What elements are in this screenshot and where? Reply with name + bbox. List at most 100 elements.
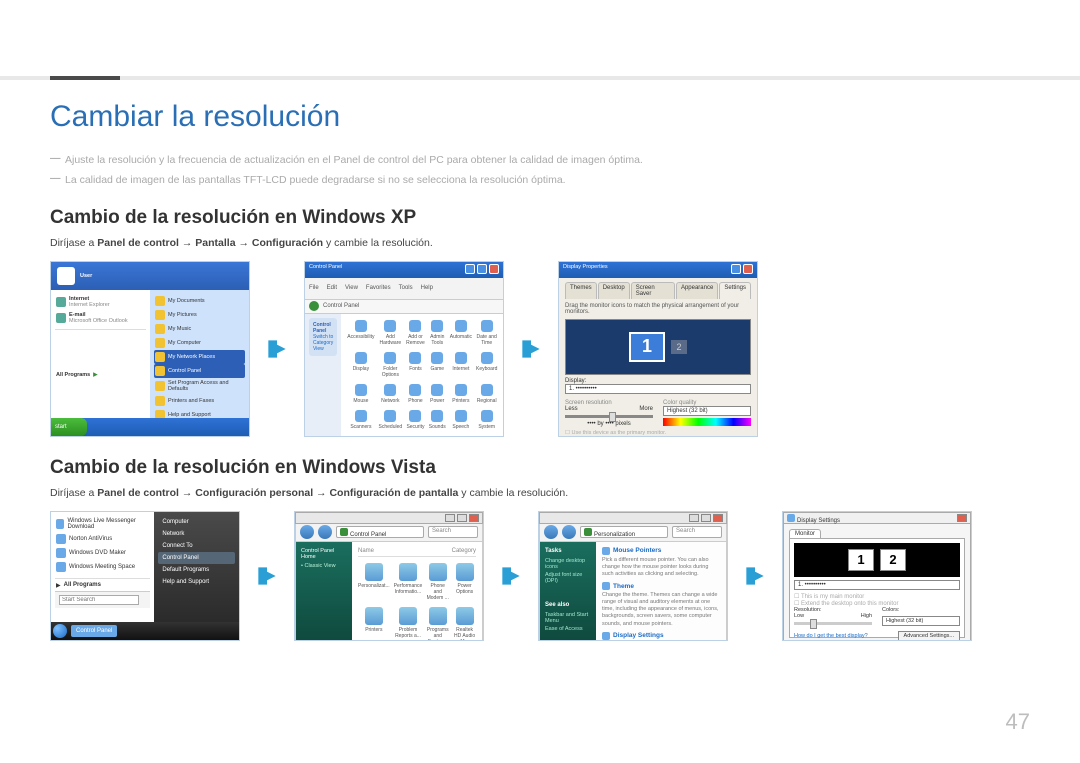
audio-icon[interactable] xyxy=(456,607,474,625)
cpl-item-icon[interactable] xyxy=(431,320,443,332)
forward-icon[interactable] xyxy=(562,525,576,539)
tab-monitor[interactable]: Monitor xyxy=(789,529,821,538)
cpl-item-icon[interactable] xyxy=(409,384,421,396)
folder-icon xyxy=(155,296,165,306)
cpl-item-icon[interactable] xyxy=(355,320,367,332)
cpl-item-icon[interactable] xyxy=(481,352,493,364)
arrow-icon xyxy=(498,563,524,589)
help-icon[interactable] xyxy=(731,264,741,274)
monitor-1-icon[interactable]: 1 xyxy=(629,332,665,362)
email-icon xyxy=(56,313,66,323)
user-avatar-icon xyxy=(57,267,75,285)
back-icon[interactable] xyxy=(300,525,314,539)
folder-icon xyxy=(155,324,165,334)
back-icon[interactable] xyxy=(544,525,558,539)
vista-personalization-screenshot: Personalization Search Tasks Change desk… xyxy=(538,511,728,641)
cpl-item-icon[interactable] xyxy=(355,352,367,364)
monitor-2-icon[interactable]: 2 xyxy=(880,549,906,571)
minimize-icon[interactable] xyxy=(689,514,699,522)
cpl-item-icon[interactable] xyxy=(384,384,396,396)
cpl-item-icon[interactable] xyxy=(481,410,493,422)
mouse-icon xyxy=(602,547,610,555)
maximize-icon[interactable] xyxy=(701,514,711,522)
printers-icon[interactable] xyxy=(365,607,383,625)
cpl-item-icon[interactable] xyxy=(384,320,396,332)
problem-reports-icon[interactable] xyxy=(399,607,417,625)
cpl-item-icon[interactable] xyxy=(384,352,396,364)
back-icon[interactable] xyxy=(309,301,319,311)
minimize-icon[interactable] xyxy=(465,264,475,274)
display-select[interactable]: 1. •••••••••• xyxy=(794,580,960,590)
cpl-item-icon[interactable] xyxy=(455,352,467,364)
search-input[interactable]: Search xyxy=(672,526,722,538)
cpl-item-icon[interactable] xyxy=(409,352,421,364)
close-icon[interactable] xyxy=(713,514,723,522)
cpl-item-icon[interactable] xyxy=(355,384,367,396)
user-name: User xyxy=(80,273,92,279)
cpl-item-icon[interactable] xyxy=(431,410,443,422)
close-icon[interactable] xyxy=(469,514,479,522)
xp-control-panel-screenshot: Control Panel FileEditViewFavoritesTools… xyxy=(304,261,504,437)
monitor-preview: 1 2 xyxy=(794,543,960,577)
cpl-item-icon[interactable] xyxy=(455,384,467,396)
arrow-icon xyxy=(518,336,544,362)
start-button[interactable]: start xyxy=(51,418,87,436)
help-link[interactable]: How do I get the best display? xyxy=(794,633,868,639)
display-select[interactable]: 1. •••••••••• xyxy=(565,384,751,394)
search-input[interactable]: Search xyxy=(428,526,478,538)
page-title: Cambiar la resolución xyxy=(50,100,1030,134)
cpl-item-icon[interactable] xyxy=(409,320,421,332)
vista-start-menu-screenshot: Windows Live Messenger Download Norton A… xyxy=(50,511,240,641)
programs-icon xyxy=(155,381,165,391)
computer-icon xyxy=(155,338,165,348)
minimize-icon[interactable] xyxy=(445,514,455,522)
monitor-2-icon[interactable]: 2 xyxy=(671,340,687,354)
cpl-item-icon[interactable] xyxy=(431,352,443,364)
control-panel-item[interactable]: Control Panel xyxy=(158,552,235,564)
colors-select[interactable]: Highest (32 bit) xyxy=(882,616,960,626)
cpl-item-icon[interactable] xyxy=(481,320,493,332)
close-icon[interactable] xyxy=(743,264,753,274)
power-icon[interactable] xyxy=(456,563,474,581)
cpl-item-icon[interactable] xyxy=(384,410,396,422)
vista-orb-icon[interactable] xyxy=(53,624,67,638)
cpl-item-icon[interactable] xyxy=(409,410,421,422)
printer-icon xyxy=(155,396,165,406)
cpl-icon xyxy=(584,528,592,536)
cpl-item-icon[interactable] xyxy=(481,384,493,396)
resolution-slider[interactable] xyxy=(565,415,653,418)
monitor-1-icon[interactable]: 1 xyxy=(848,549,874,571)
taskbar-button[interactable]: Control Panel xyxy=(71,625,117,637)
cpl-item-icon[interactable] xyxy=(355,410,367,422)
color-bar xyxy=(663,418,751,426)
header-rule-accent xyxy=(50,76,120,80)
breadcrumb[interactable]: Personalization xyxy=(580,526,668,538)
programs-icon[interactable] xyxy=(429,607,447,625)
cpl-item-icon[interactable] xyxy=(431,384,443,396)
breadcrumb[interactable]: Control Panel xyxy=(336,526,424,538)
resolution-slider[interactable] xyxy=(794,622,872,625)
maximize-icon[interactable] xyxy=(477,264,487,274)
tab-appearance[interactable]: Appearance xyxy=(676,282,718,299)
maximize-icon[interactable] xyxy=(457,514,467,522)
forward-icon[interactable] xyxy=(318,525,332,539)
phone-icon[interactable] xyxy=(429,563,447,581)
close-icon[interactable] xyxy=(957,514,967,522)
cpl-item-icon[interactable] xyxy=(455,320,467,332)
tab-desktop[interactable]: Desktop xyxy=(598,282,630,299)
display-settings-link[interactable]: Display Settings xyxy=(613,632,664,639)
color-quality-select[interactable]: Highest (32 bit) xyxy=(663,406,751,416)
tab-settings[interactable]: Settings xyxy=(719,282,751,299)
vista-screenshots-row: Windows Live Messenger Download Norton A… xyxy=(50,511,1030,641)
arrow-icon xyxy=(264,336,290,362)
monitor-preview: 1 2 xyxy=(565,319,751,375)
close-icon[interactable] xyxy=(489,264,499,274)
start-search-input[interactable] xyxy=(59,595,139,605)
personalization-icon[interactable] xyxy=(365,563,383,581)
cpl-item-icon[interactable] xyxy=(455,410,467,422)
note-1: Ajuste la resolución y la frecuencia de … xyxy=(50,152,1030,169)
tab-screensaver[interactable]: Screen Saver xyxy=(631,282,675,299)
tab-themes[interactable]: Themes xyxy=(565,282,597,299)
advanced-settings-button[interactable]: Advanced Settings... xyxy=(898,631,960,641)
performance-icon[interactable] xyxy=(399,563,417,581)
